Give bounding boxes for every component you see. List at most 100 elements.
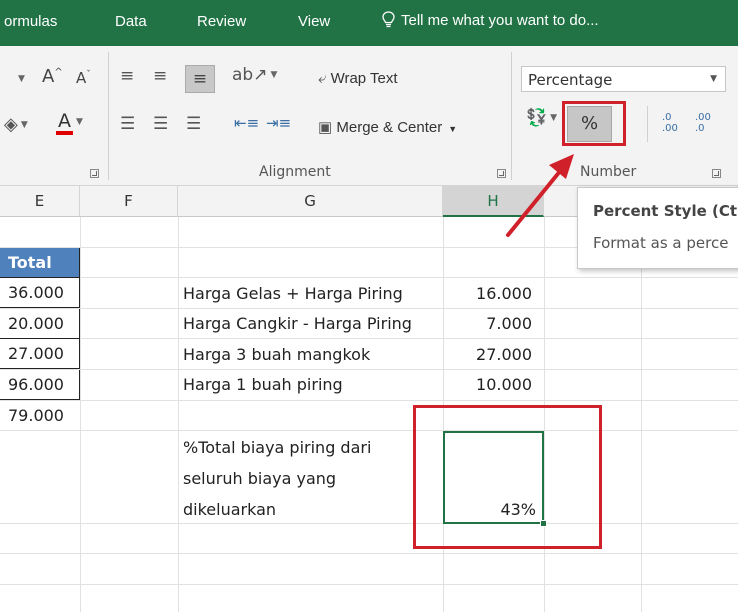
increase-indent-icon: ⇥≡ (266, 114, 292, 132)
cell-value: 79.000 (8, 406, 64, 425)
column-line (178, 217, 179, 612)
number-group-label: Number (580, 164, 637, 180)
column-header-label: E (34, 192, 45, 210)
top-align-icon: ≡ (120, 66, 135, 86)
question-line[interactable]: seluruh biaya yang (183, 464, 336, 494)
lightbulb-icon (382, 11, 395, 28)
tooltip-title: Percent Style (Ct (593, 202, 738, 220)
row-value[interactable]: 10.000 (449, 370, 532, 400)
row-line (0, 400, 738, 401)
ribbon-tab-bar: ormulas Data Review View Tell me what yo… (0, 0, 738, 46)
increase-indent-button[interactable]: ⇥≡ (266, 116, 291, 131)
bottom-align-icon: ≡ (192, 69, 208, 89)
row-line (0, 430, 738, 431)
number-format-dropdown[interactable]: Percentage ▼ (521, 66, 726, 92)
group-separator (511, 52, 512, 180)
cell-value: 27.000 (8, 344, 64, 363)
column-header-label: F (124, 192, 133, 210)
alignment-group-label: Alignment (259, 164, 331, 180)
column-line (641, 217, 642, 612)
wrap-text-button[interactable]: ⤶ Wrap Text (318, 70, 398, 87)
row-label[interactable]: Harga Gelas + Harga Piring (183, 279, 403, 309)
decrease-indent-icon: ⇤≡ (234, 114, 260, 132)
column-header-label: H (487, 192, 499, 210)
column-header-h[interactable]: H (443, 186, 544, 217)
font-dialog-launcher[interactable] (90, 169, 99, 178)
row-label[interactable]: Harga 3 buah mangkok (183, 340, 370, 370)
increase-font-size-button[interactable]: A^ (42, 68, 63, 86)
alignment-dialog-launcher[interactable] (497, 169, 506, 178)
tooltip-description: Format as a perce (593, 234, 729, 252)
tab-formulas[interactable]: ormulas (4, 13, 57, 30)
row-label[interactable]: Harga Cangkir - Harga Piring (183, 309, 412, 339)
column-header-e[interactable]: E (0, 186, 80, 217)
row-line (0, 553, 738, 554)
decrease-font-size-button[interactable]: Aˇ (76, 71, 91, 86)
row-value[interactable]: 7.000 (449, 309, 532, 339)
merge-center-label: Merge & Center (336, 119, 443, 136)
tab-data[interactable]: Data (115, 13, 147, 30)
align-center-button[interactable]: ☰ (153, 116, 168, 133)
worksheet-grid[interactable]: Total 36.000 20.000 27.000 96.000 79.000… (0, 217, 738, 612)
merge-center-button[interactable]: ▣ Merge & Center ▼ (318, 118, 457, 136)
font-size-dropdown-arrow[interactable]: ▼ (18, 75, 25, 84)
cell-value: 96.000 (8, 375, 64, 394)
text-orientation-icon: ab↗ (232, 65, 268, 85)
cell-value: 20.000 (8, 314, 64, 333)
fill-color-button[interactable]: ◈ ▼ (4, 116, 28, 134)
wrap-text-icon: ⤶ (318, 70, 327, 87)
row-label[interactable]: Harga 1 buah piring (183, 370, 343, 400)
font-color-button[interactable]: A ▼ (56, 112, 83, 135)
total-value-cell[interactable]: 20.000 (0, 309, 80, 339)
decrease-decimal-button[interactable]: .00 .0 (695, 112, 711, 134)
top-align-button[interactable]: ≡ (120, 68, 134, 85)
align-right-icon: ☰ (186, 114, 202, 134)
total-value-cell[interactable]: 96.000 (0, 370, 80, 400)
bottom-align-button[interactable]: ≡ (185, 65, 215, 93)
total-header-cell[interactable]: Total (0, 248, 80, 278)
total-value-cell[interactable]: 36.000 (0, 278, 80, 308)
question-line[interactable]: %Total biaya piring dari (183, 433, 371, 463)
column-header-label: G (304, 192, 316, 210)
increase-decimal-button[interactable]: .0 .00 (662, 112, 678, 134)
total-header-label: Total (8, 253, 52, 272)
row-value[interactable]: 27.000 (449, 340, 532, 370)
tell-me-search[interactable]: Tell me what you want to do... (382, 11, 599, 29)
font-color-icon: A (56, 112, 73, 135)
percent-button-highlight (562, 101, 626, 146)
accounting-format-button[interactable]: 💱 ▼ (526, 110, 557, 127)
question-line[interactable]: dikeluarkan (183, 495, 276, 525)
row-line (0, 523, 738, 524)
decrease-indent-button[interactable]: ⇤≡ (234, 116, 259, 131)
merge-cells-icon: ▣ (318, 119, 333, 136)
row-value[interactable]: 16.000 (449, 279, 532, 309)
increase-decimal-icon: .0 .00 (662, 112, 678, 134)
separator (647, 106, 648, 142)
tell-me-text: Tell me what you want to do... (401, 12, 599, 29)
column-line (80, 217, 81, 612)
decrease-font-size-icon: A (76, 69, 87, 87)
row-line (0, 277, 738, 278)
align-right-button[interactable]: ☰ (186, 116, 201, 133)
tab-view[interactable]: View (298, 13, 330, 30)
chevron-down-icon: ▼ (710, 74, 717, 84)
currency-icon: 💱 (526, 108, 548, 128)
tab-review[interactable]: Review (197, 13, 246, 30)
percent-style-tooltip: Percent Style (Ct Format as a perce (577, 187, 738, 269)
orientation-button[interactable]: ab↗ ▼ (232, 67, 277, 84)
align-left-button[interactable]: ☰ (120, 116, 135, 133)
total-value-cell[interactable]: 27.000 (0, 339, 80, 369)
group-separator (108, 52, 109, 180)
align-center-icon: ☰ (153, 114, 169, 134)
row-line (0, 584, 738, 585)
align-left-icon: ☰ (120, 114, 136, 134)
grand-total-cell[interactable]: 79.000 (0, 401, 80, 431)
number-dialog-launcher[interactable] (712, 169, 721, 178)
middle-align-icon: ≡ (153, 66, 168, 86)
column-header-g[interactable]: G (178, 186, 443, 217)
decrease-decimal-icon: .00 .0 (695, 112, 711, 134)
increase-font-size-icon: A (42, 66, 55, 87)
number-format-value: Percentage (528, 71, 613, 89)
middle-align-button[interactable]: ≡ (153, 68, 167, 85)
column-header-f[interactable]: F (80, 186, 178, 217)
